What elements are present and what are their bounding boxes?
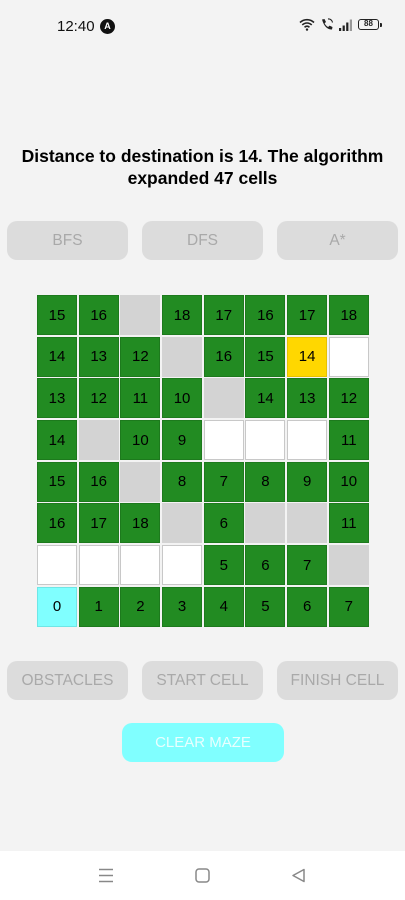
maze-cell-path[interactable]: 6 (287, 586, 328, 627)
dfs-button[interactable]: DFS (142, 221, 263, 260)
maze-cell-path[interactable]: 13 (37, 378, 77, 419)
maze-cell-path[interactable]: 17 (203, 295, 244, 335)
maze-cell-path[interactable]: 15 (245, 336, 286, 377)
app-notification-icon: A (100, 19, 115, 34)
maze-cell-path[interactable]: 14 (37, 420, 77, 461)
maze-cell-path[interactable]: 16 (37, 503, 77, 544)
start-cell-button[interactable]: START CELL (142, 661, 263, 700)
maze-cell-path[interactable]: 4 (203, 586, 244, 627)
maze-cell-path[interactable]: 16 (245, 295, 286, 335)
wifi-call-icon (320, 18, 334, 31)
maze-cell-path[interactable]: 10 (162, 378, 203, 419)
maze-cell-path[interactable]: 2 (120, 586, 161, 627)
maze-cell-empty[interactable] (120, 545, 161, 586)
maze-cell-path[interactable]: 6 (245, 545, 286, 586)
maze-cell-path[interactable]: 11 (120, 378, 161, 419)
home-icon[interactable] (194, 867, 211, 889)
maze-cell-wall[interactable] (203, 378, 244, 419)
maze-cell-path[interactable]: 18 (162, 295, 203, 335)
maze-cell-wall[interactable] (120, 295, 161, 335)
maze-cell-wall[interactable] (245, 503, 286, 544)
maze-cell-path[interactable]: 12 (328, 378, 369, 419)
maze-cell-path[interactable]: 13 (78, 336, 119, 377)
maze-cell-path[interactable]: 16 (78, 461, 119, 502)
maze-cell-path[interactable]: 8 (162, 461, 203, 502)
astar-button[interactable]: A* (277, 221, 398, 260)
maze-cell-path[interactable]: 13 (287, 378, 328, 419)
maze-cell-empty[interactable] (245, 420, 286, 461)
maze-cell-path[interactable]: 9 (162, 420, 203, 461)
result-text: Distance to destination is 14. The algor… (21, 146, 384, 188)
maze-cell-finish[interactable]: 14 (287, 336, 328, 377)
maze-cell-empty[interactable] (162, 545, 203, 586)
algorithm-buttons: BFS DFS A* (7, 221, 398, 260)
maze-cell-start[interactable]: 0 (37, 586, 77, 627)
mode-buttons: OBSTACLES START CELL FINISH CELL (7, 661, 398, 700)
battery-icon: 88 (358, 19, 382, 30)
maze-cell-path[interactable]: 14 (37, 336, 77, 377)
maze-cell-path[interactable]: 9 (287, 461, 328, 502)
maze-cell-path[interactable]: 14 (245, 378, 286, 419)
maze-cell-path[interactable]: 16 (78, 295, 119, 335)
maze-cell-path[interactable]: 12 (78, 378, 119, 419)
maze-cell-path[interactable]: 7 (328, 586, 369, 627)
maze-cell-path[interactable]: 16 (203, 336, 244, 377)
maze-cell-path[interactable]: 10 (328, 461, 369, 502)
maze-cell-path[interactable]: 7 (203, 461, 244, 502)
maze-cell-path[interactable]: 18 (120, 503, 161, 544)
maze-grid: 15 16 18 17 16 17 18 14 13 12 16 15 14 13 12 11 10 14 13 12… (37, 295, 369, 627)
maze-cell-empty[interactable] (328, 336, 369, 377)
maze-cell-path[interactable]: 17 (78, 503, 119, 544)
obstacles-button[interactable]: OBSTACLES (7, 661, 128, 700)
maze-cell-path[interactable]: 10 (120, 420, 161, 461)
maze-cell-path[interactable]: 5 (245, 586, 286, 627)
wifi-icon (299, 18, 315, 31)
maze-cell-path[interactable]: 8 (245, 461, 286, 502)
maze-cell-empty[interactable] (37, 545, 77, 586)
bfs-button[interactable]: BFS (7, 221, 128, 260)
maze-cell-path[interactable]: 11 (328, 420, 369, 461)
navigation-bar (0, 851, 405, 900)
back-icon[interactable] (290, 867, 307, 889)
maze-cell-path[interactable]: 6 (203, 503, 244, 544)
maze-cell-path[interactable]: 17 (287, 295, 328, 335)
menu-icon[interactable] (97, 867, 115, 889)
signal-icon (339, 19, 353, 31)
maze-cell-empty[interactable] (287, 420, 328, 461)
status-time: 12:40 (57, 18, 95, 35)
maze-cell-path[interactable]: 5 (203, 545, 244, 586)
maze-cell-wall[interactable] (162, 503, 203, 544)
maze-cell-path[interactable]: 15 (37, 295, 77, 335)
finish-cell-button[interactable]: FINISH CELL (277, 661, 398, 700)
maze-cell-path[interactable]: 11 (328, 503, 369, 544)
maze-cell-wall[interactable] (120, 461, 161, 502)
maze-cell-wall[interactable] (287, 503, 328, 544)
maze-cell-path[interactable]: 18 (328, 295, 369, 335)
maze-cell-wall[interactable] (78, 420, 119, 461)
maze-cell-path[interactable]: 3 (162, 586, 203, 627)
status-bar: 12:40 A 88 (0, 0, 405, 52)
maze-cell-empty[interactable] (203, 420, 244, 461)
maze-cell-path[interactable]: 15 (37, 461, 77, 502)
status-icons: 88 (299, 18, 382, 31)
clear-maze-button[interactable]: CLEAR MAZE (122, 723, 284, 762)
maze-cell-path[interactable]: 12 (120, 336, 161, 377)
maze-cell-empty[interactable] (78, 545, 119, 586)
maze-cell-path[interactable]: 1 (78, 586, 119, 627)
maze-cell-wall[interactable] (328, 545, 369, 586)
maze-cell-wall[interactable] (162, 336, 203, 377)
maze-cell-path[interactable]: 7 (287, 545, 328, 586)
